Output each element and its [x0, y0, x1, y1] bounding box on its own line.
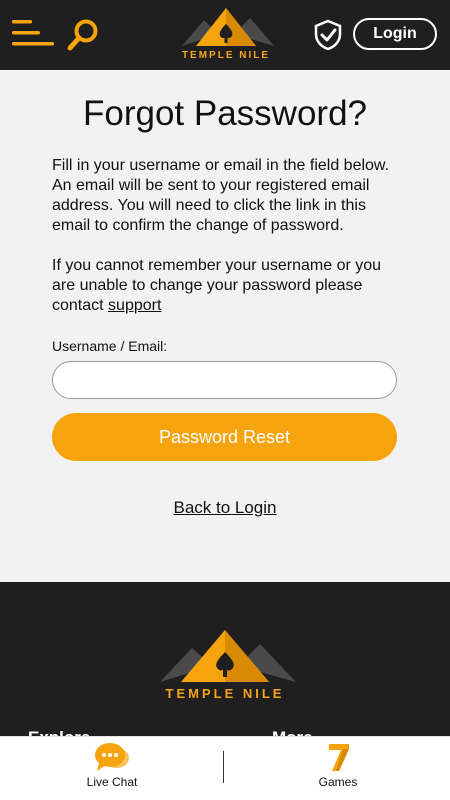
- logo[interactable]: TEMPLE NILE: [174, 6, 278, 62]
- back-to-login-link[interactable]: Back to Login: [173, 498, 276, 517]
- footer-logo[interactable]: TEMPLE NILE: [148, 628, 302, 704]
- help-text: If you cannot remember your username or …: [52, 257, 382, 314]
- search-icon[interactable]: [66, 18, 100, 52]
- password-reset-button[interactable]: Password Reset: [52, 413, 397, 461]
- help-paragraph: If you cannot remember your username or …: [52, 256, 404, 316]
- username-email-label: Username / Email:: [52, 338, 168, 354]
- forgot-password-panel: Forgot Password? Fill in your username o…: [0, 70, 450, 582]
- username-email-input[interactable]: [52, 361, 397, 399]
- pyramid-logo-icon: [182, 8, 274, 46]
- footer-pyramid-logo-icon: [160, 630, 296, 682]
- page-title: Forgot Password?: [82, 94, 368, 133]
- bottom-tab-bar: Live Chat Games: [0, 736, 450, 800]
- top-header: TEMPLE NILE Login: [0, 0, 450, 70]
- chat-bubble-icon: [95, 743, 129, 771]
- logo-text: TEMPLE NILE: [181, 50, 271, 61]
- tab-live-chat-label: Live Chat: [86, 775, 138, 789]
- support-link[interactable]: support: [108, 297, 161, 314]
- footer-logo-text: TEMPLE NILE: [165, 686, 285, 701]
- tab-games-label: Games: [318, 775, 358, 789]
- seven-icon: [329, 744, 349, 771]
- instructions-paragraph: Fill in your username or email in the fi…: [52, 157, 390, 234]
- login-button[interactable]: Login: [353, 18, 437, 50]
- shield-check-icon[interactable]: [313, 19, 343, 51]
- menu-icon[interactable]: [10, 18, 56, 48]
- back-to-login-row: Back to Login: [0, 498, 450, 518]
- tab-live-chat[interactable]: Live Chat: [0, 737, 224, 800]
- tab-divider: [223, 751, 224, 783]
- tab-games[interactable]: Games: [226, 737, 450, 800]
